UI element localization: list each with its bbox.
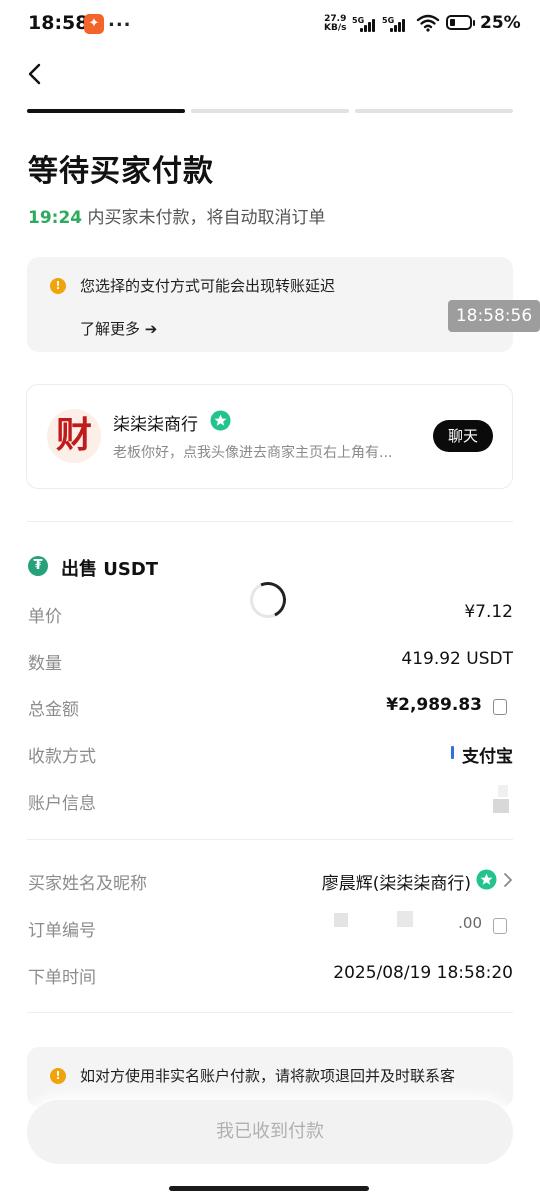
countdown-timer: 19:24	[28, 208, 83, 228]
copy-icon[interactable]	[493, 699, 507, 715]
battery-fill	[450, 19, 455, 26]
countdown-line: 19:24 内买家未付款，将自动取消订单	[28, 203, 326, 228]
step-indicator-1	[27, 109, 185, 113]
payment-received-button[interactable]: 我已收到付款	[27, 1100, 513, 1164]
countdown-text: 内买家未付款，将自动取消订单	[82, 208, 326, 228]
battery-icon	[446, 15, 472, 30]
signal-1-icon	[360, 18, 378, 32]
divider	[27, 521, 513, 522]
more-notifications-icon: ...	[108, 10, 132, 31]
order-time-value: 2025/08/19 18:58:20	[333, 963, 513, 983]
alipay-marker-icon	[451, 746, 454, 759]
real-name-notice: ! 如对方使用非实名账户付款，请将款项退回并及时联系客	[27, 1047, 513, 1107]
page-title: 等待买家付款	[28, 154, 214, 189]
order-number-redacted-1	[334, 913, 348, 927]
order-number-value: .00	[458, 914, 482, 932]
learn-more-link[interactable]: 了解更多 ➔	[80, 318, 157, 339]
unit-price-label: 单价	[28, 607, 62, 627]
buyer-name-label: 买家姓名及昵称	[28, 874, 147, 894]
avatar-text: 财	[55, 415, 92, 456]
payment-method-label: 收款方式	[28, 747, 96, 767]
total-amount-label: 总金额	[28, 700, 79, 720]
real-name-notice-text: 如对方使用非实名账户付款，请将款项退回并及时联系客	[80, 1067, 456, 1085]
order-number-redacted-2	[397, 911, 413, 927]
step-indicator-3	[355, 109, 513, 113]
unit-price-value: ¥7.12	[464, 602, 513, 622]
order-number-label: 订单编号	[28, 921, 96, 941]
order-time-label: 下单时间	[28, 968, 96, 988]
payment-delay-notice: ! 您选择的支付方式可能会出现转账延迟 了解更多 ➔	[27, 257, 513, 352]
warning-icon: !	[50, 278, 66, 294]
merchant-message: 老板你好，点我头像进去商家主页右上角有...	[113, 445, 393, 461]
chevron-right-icon[interactable]	[503, 872, 513, 888]
account-info-label: 账户信息	[28, 794, 96, 814]
notice-text: 您选择的支付方式可能会出现转账延迟	[80, 277, 336, 295]
loading-spinner-icon	[244, 576, 292, 624]
avatar[interactable]: 财	[47, 409, 101, 463]
payment-method-value: 支付宝	[462, 747, 513, 767]
quantity-value: 419.92 USDT	[401, 649, 513, 669]
divider	[27, 839, 513, 840]
copy-order-icon[interactable]	[493, 918, 507, 934]
status-time: 18:58	[28, 12, 89, 34]
account-info-redacted-top	[498, 785, 508, 797]
battery-cap	[473, 20, 475, 26]
buyer-name-value[interactable]: 廖晨辉(柒柒柒商行)	[322, 869, 471, 894]
usdt-icon: ₮	[28, 556, 48, 576]
total-amount-value: ¥2,989.83	[386, 695, 482, 715]
merchant-card[interactable]: 财 柒柒柒商行 老板你好，点我头像进去商家主页右上角有... 聊天	[26, 384, 513, 489]
time-overlay: 18:58:56	[448, 300, 540, 332]
net-speed: 27.9 KB/s	[324, 15, 346, 33]
quantity-label: 数量	[28, 654, 62, 674]
signal-2-icon	[390, 18, 408, 32]
sell-usdt-title: 出售 USDT	[61, 559, 159, 580]
verified-badge-icon	[210, 410, 231, 431]
battery-percent: 25%	[480, 13, 521, 33]
home-indicator[interactable]	[169, 1186, 369, 1191]
merchant-name: 柒柒柒商行	[113, 415, 198, 435]
account-info-redacted	[493, 799, 509, 813]
wifi-icon	[416, 14, 440, 32]
step-indicator-2	[191, 109, 349, 113]
net-speed-unit: KB/s	[324, 23, 347, 33]
warning-icon: !	[50, 1068, 66, 1084]
buyer-verified-badge-icon	[476, 869, 497, 890]
chevron-left-icon[interactable]	[24, 60, 48, 88]
divider	[27, 1012, 513, 1013]
chat-button[interactable]: 聊天	[433, 420, 493, 452]
flame-app-icon: ✦	[84, 14, 104, 34]
